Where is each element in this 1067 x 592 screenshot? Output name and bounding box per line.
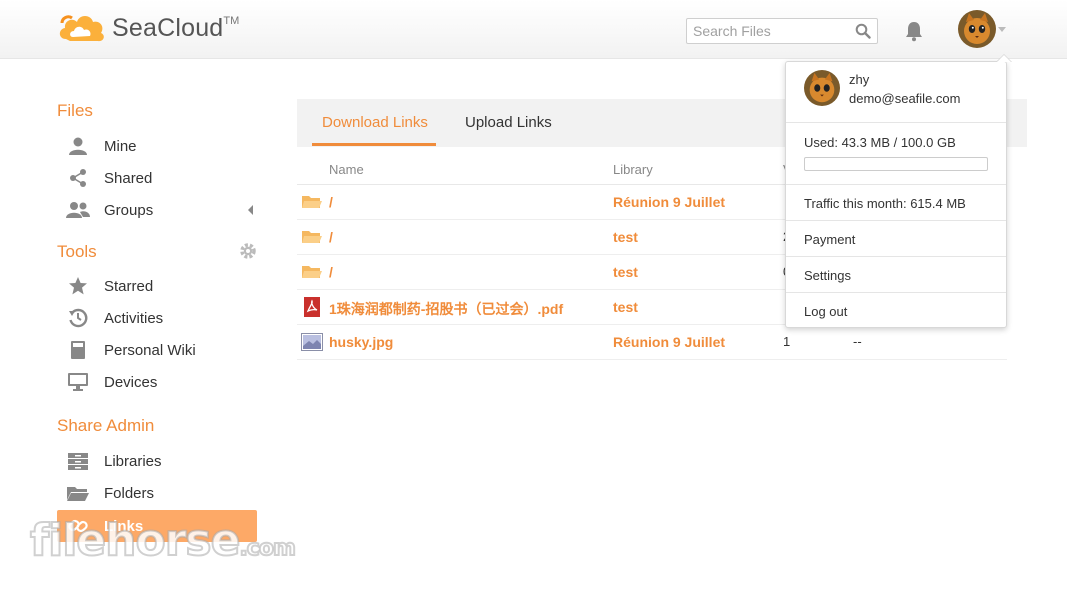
sidebar-item-folders[interactable]: Folders — [57, 478, 257, 508]
files-heading: Files — [57, 101, 93, 120]
user-name: zhy — [849, 72, 870, 87]
active-tab-indicator — [312, 143, 436, 146]
watermark-text: filehorse — [29, 514, 241, 567]
chevron-left-icon[interactable] — [248, 205, 253, 215]
tab-upload-links[interactable]: Upload Links — [465, 114, 552, 131]
share-admin-heading: Share Admin — [57, 416, 155, 435]
usage-progress-bar — [804, 157, 988, 171]
folder-icon — [302, 266, 322, 278]
cloud-logo-icon — [59, 15, 104, 42]
payment-label: Payment — [804, 232, 856, 247]
traffic-info: Traffic this month: 615.4 MB — [786, 185, 1006, 221]
logout-menu-item[interactable]: Log out — [786, 293, 1006, 329]
image-file-icon — [301, 333, 323, 351]
sidebar-item-label: Personal Wiki — [104, 341, 196, 359]
pdf-file-icon — [304, 297, 320, 317]
link-library[interactable]: Réunion 9 Juillet — [613, 194, 725, 210]
brand-name: SeaCloud — [112, 14, 224, 42]
chevron-down-icon[interactable] — [998, 27, 1006, 32]
link-library[interactable]: Réunion 9 Juillet — [613, 334, 725, 350]
settings-menu-item[interactable]: Settings — [786, 257, 1006, 293]
settings-label: Settings — [804, 268, 851, 283]
monitor-icon — [66, 371, 90, 393]
cat-avatar-icon — [958, 10, 996, 48]
link-name[interactable]: / — [329, 229, 333, 245]
avatar[interactable] — [958, 10, 996, 48]
column-header-library[interactable]: Library — [613, 162, 653, 177]
library-icon — [66, 450, 90, 472]
star-icon — [66, 275, 90, 297]
watermark-suffix: .com — [238, 535, 296, 562]
folder-icon — [302, 196, 322, 208]
column-header-name[interactable]: Name — [329, 162, 364, 177]
sidebar-item-label: Devices — [104, 373, 158, 391]
tab-download-links[interactable]: Download Links — [322, 114, 428, 131]
sidebar-item-label: Starred — [104, 277, 154, 295]
book-icon — [66, 339, 90, 361]
sidebar-item-label: Libraries — [104, 452, 162, 470]
storage-usage: Used: 43.3 MB / 100.0 GB — [786, 123, 1006, 185]
sidebar-item-label: Groups — [104, 201, 154, 219]
used-space-text: Used: 43.3 MB / 100.0 GB — [804, 135, 956, 150]
search-input[interactable] — [687, 19, 847, 43]
gear-icon[interactable] — [239, 242, 257, 260]
seacloud-logo[interactable]: SeaCloud TM — [56, 9, 239, 45]
traffic-text: Traffic this month: 615.4 MB — [804, 196, 966, 211]
folder-icon — [302, 231, 322, 243]
link-visits: 1 — [783, 334, 791, 349]
group-icon — [66, 199, 90, 221]
link-library[interactable]: test — [613, 299, 638, 315]
filehorse-watermark: filehorse.com — [29, 514, 297, 567]
cat-avatar-icon — [804, 70, 840, 106]
link-library[interactable]: test — [613, 229, 638, 245]
sidebar-item-mine[interactable]: Mine — [57, 131, 257, 161]
sidebar-item-label: Shared — [104, 169, 153, 187]
link-name[interactable]: / — [329, 264, 333, 280]
link-name[interactable]: 1珠海润都制药-招股书（已过会）.pdf — [329, 299, 563, 319]
link-name[interactable]: husky.jpg — [329, 334, 393, 350]
link-name[interactable]: / — [329, 194, 333, 210]
link-expiration: -- — [853, 334, 862, 349]
search-box — [686, 18, 878, 44]
share-icon — [66, 167, 90, 189]
logout-label: Log out — [804, 304, 848, 319]
user-menu-dropdown: zhy demo@seafile.com Used: 43.3 MB / 100… — [785, 61, 1007, 328]
user-email: demo@seafile.com — [849, 91, 961, 106]
table-row[interactable]: husky.jpg Réunion 9 Juillet 1 -- — [297, 325, 1007, 360]
sidebar-item-label: Mine — [104, 137, 137, 155]
sidebar-item-groups[interactable]: Groups — [57, 195, 257, 225]
user-info: zhy demo@seafile.com — [786, 62, 1006, 123]
folder-icon — [66, 482, 90, 504]
top-header: SeaCloud TM — [0, 0, 1067, 59]
history-icon — [66, 307, 90, 329]
payment-menu-item[interactable]: Payment — [786, 221, 1006, 257]
sidebar-item-label: Activities — [104, 309, 164, 327]
sidebar-item-libraries[interactable]: Libraries — [57, 446, 257, 476]
sidebar-item-activities[interactable]: Activities — [57, 303, 257, 333]
search-icon[interactable] — [855, 23, 871, 39]
tools-heading: Tools — [57, 242, 97, 261]
sidebar-item-personal-wiki[interactable]: Personal Wiki — [57, 335, 257, 365]
bell-icon[interactable] — [903, 20, 925, 42]
sidebar-item-label: Folders — [104, 484, 155, 502]
sidebar-item-devices[interactable]: Devices — [57, 367, 257, 397]
brand-trademark: TM — [223, 15, 240, 27]
sidebar-item-starred[interactable]: Starred — [57, 271, 257, 301]
avatar — [804, 70, 840, 106]
link-library[interactable]: test — [613, 264, 638, 280]
sidebar-item-shared[interactable]: Shared — [57, 163, 257, 193]
user-icon — [66, 135, 90, 157]
dropdown-arrow-inner — [997, 55, 1011, 62]
